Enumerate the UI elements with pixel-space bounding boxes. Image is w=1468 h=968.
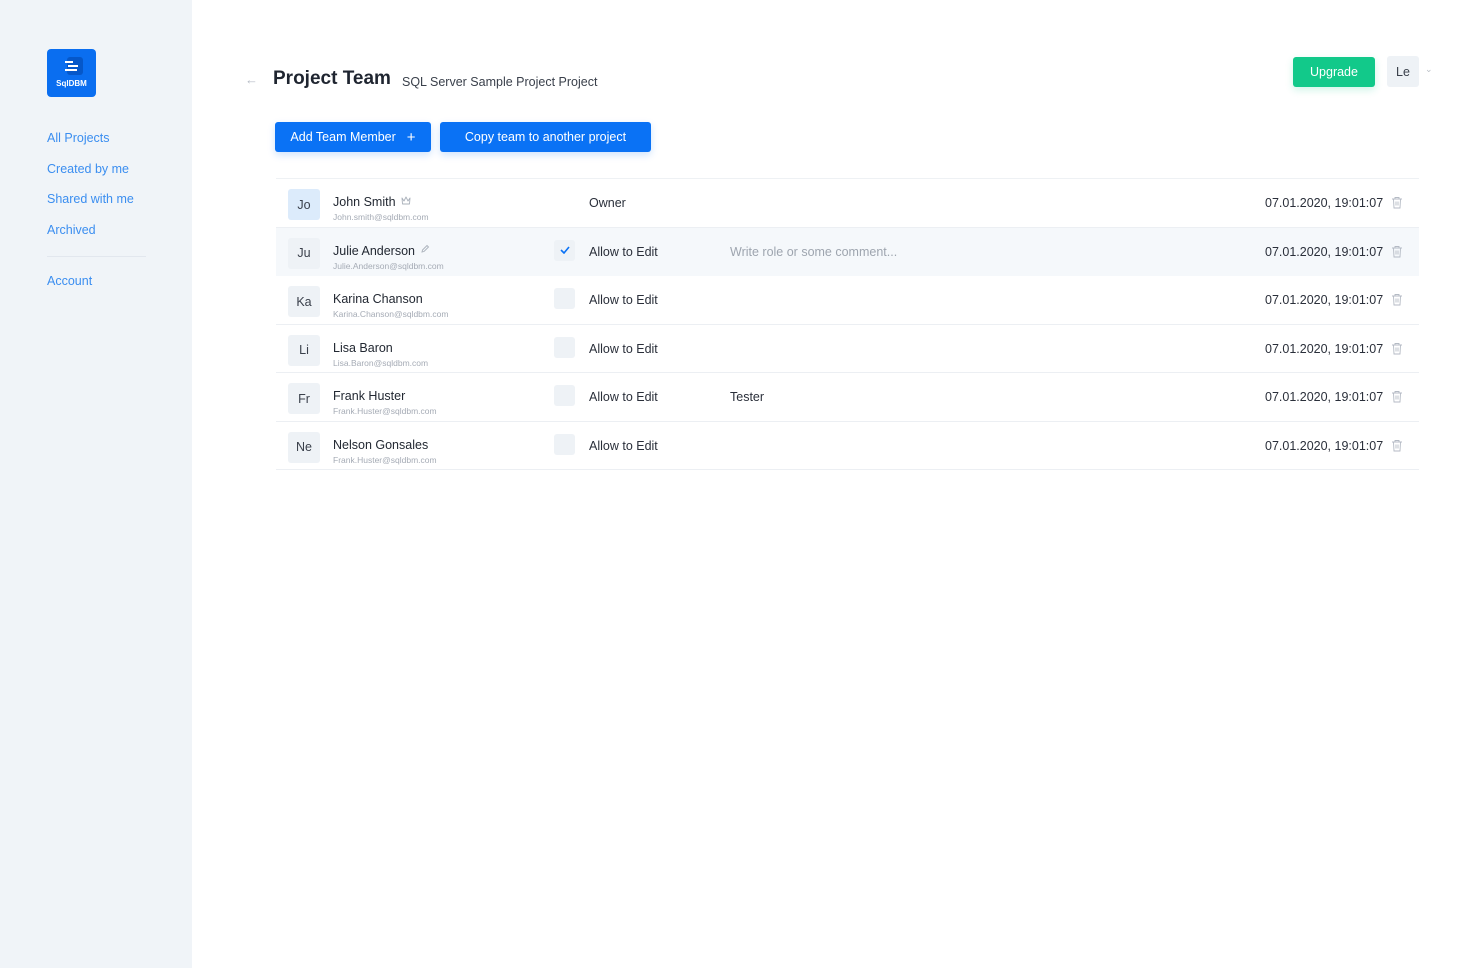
- sidebar-item-shared-with-me[interactable]: Shared with me: [47, 191, 147, 222]
- member-name: Julie Anderson: [333, 244, 430, 258]
- member-avatar: Ne: [288, 431, 320, 463]
- member-permission: Owner: [589, 196, 626, 210]
- member-name-text: Lisa Baron: [333, 340, 393, 355]
- sidebar: SqlDBM All Projects Created by me Shared…: [0, 0, 192, 968]
- trash-icon[interactable]: [1391, 390, 1403, 403]
- trash-icon[interactable]: [1391, 196, 1403, 209]
- trash-icon[interactable]: [1391, 439, 1403, 452]
- sidebar-item-account[interactable]: Account: [47, 273, 147, 304]
- logo-text: SqlDBM: [56, 79, 87, 88]
- member-date: 07.01.2020, 19:01:07: [1265, 438, 1384, 453]
- member-name: Karina Chanson: [333, 292, 423, 306]
- team-member-row[interactable]: Ne Nelson Gonsales Frank.Huster@sqldbm.c…: [276, 422, 1419, 470]
- member-avatar: Ka: [288, 286, 320, 317]
- sidebar-item-all-projects[interactable]: All Projects: [47, 130, 147, 161]
- plus-icon: +: [406, 128, 416, 146]
- member-name: Lisa Baron: [333, 341, 393, 355]
- member-name-text: Nelson Gonsales: [333, 437, 429, 452]
- allow-edit-checkbox[interactable]: [554, 433, 575, 455]
- sidebar-nav: All Projects Created by me Shared with m…: [47, 130, 147, 304]
- trash-icon[interactable]: [1391, 245, 1403, 258]
- app-logo[interactable]: SqlDBM: [47, 49, 96, 97]
- member-name: Nelson Gonsales: [333, 438, 428, 452]
- member-name-text: Frank Huster: [333, 389, 406, 403]
- member-permission: Allow to Edit: [589, 293, 658, 307]
- team-member-row[interactable]: Li Lisa Baron Lisa.Baron@sqldbm.com Allo…: [276, 325, 1419, 373]
- team-member-row[interactable]: Fr Frank Huster Frank.Huster@sqldbm.com …: [276, 373, 1419, 422]
- member-permission: Allow to Edit: [589, 341, 658, 356]
- team-member-row[interactable]: Ka Karina Chanson Karina.Chanson@sqldbm.…: [276, 276, 1419, 325]
- sidebar-item-archived[interactable]: Archived: [47, 222, 147, 253]
- pencil-icon[interactable]: [420, 244, 430, 257]
- member-avatar: Jo: [288, 189, 320, 220]
- member-avatar: Ju: [288, 237, 320, 269]
- member-date: 07.01.2020, 19:01:07: [1265, 196, 1384, 210]
- allow-edit-checkbox[interactable]: [554, 288, 575, 309]
- trash-icon[interactable]: [1391, 342, 1403, 355]
- member-date: 07.01.2020, 19:01:07: [1265, 341, 1384, 356]
- team-member-list: Jo John Smith John.smith@sqldbm.com Owne…: [276, 178, 1419, 470]
- member-email: Karina.Chanson@sqldbm.com: [333, 309, 449, 319]
- add-team-member-label: Add Team Member: [290, 130, 396, 144]
- member-email: Frank.Huster@sqldbm.com: [333, 406, 437, 416]
- member-email: John.smith@sqldbm.com: [333, 212, 429, 222]
- member-name: John Smith: [333, 195, 411, 209]
- sidebar-divider: [47, 256, 146, 257]
- project-name: SQL Server Sample Project Project: [402, 75, 598, 89]
- user-avatar[interactable]: Le: [1387, 56, 1419, 87]
- member-permission: Allow to Edit: [589, 244, 658, 259]
- logo-icon: [61, 57, 83, 75]
- member-name-text: John Smith: [333, 195, 396, 209]
- allow-edit-checkbox[interactable]: [554, 239, 575, 261]
- sidebar-item-created-by-me[interactable]: Created by me: [47, 161, 147, 192]
- member-name-text: Julie Anderson: [333, 243, 416, 258]
- crown-icon: [401, 196, 411, 208]
- page-title: Project Team: [273, 68, 391, 89]
- back-arrow-icon[interactable]: ←: [245, 72, 258, 87]
- member-name-text: Karina Chanson: [333, 292, 423, 306]
- member-date: 07.01.2020, 19:01:07: [1265, 293, 1384, 307]
- comment-input[interactable]: [730, 244, 1030, 259]
- copy-team-button[interactable]: Copy team to another project: [440, 122, 651, 152]
- team-member-row[interactable]: Jo John Smith John.smith@sqldbm.com Owne…: [276, 179, 1419, 228]
- team-member-row[interactable]: Ju Julie Anderson Julie.Anderson@sqldbm.…: [276, 227, 1419, 276]
- allow-edit-checkbox[interactable]: [554, 385, 575, 406]
- trash-icon[interactable]: [1391, 293, 1403, 306]
- add-team-member-button[interactable]: Add Team Member +: [275, 122, 431, 152]
- chevron-down-icon[interactable]: ⌄: [1425, 64, 1433, 75]
- member-date: 07.01.2020, 19:01:07: [1265, 390, 1384, 404]
- upgrade-button[interactable]: Upgrade: [1293, 57, 1375, 87]
- member-avatar: Fr: [288, 383, 320, 414]
- member-comment[interactable]: Tester: [730, 390, 1030, 404]
- member-avatar: Li: [288, 334, 320, 366]
- member-email: Julie.Anderson@sqldbm.com: [333, 260, 444, 271]
- member-permission: Allow to Edit: [589, 390, 658, 404]
- member-permission: Allow to Edit: [589, 438, 658, 453]
- member-date: 07.01.2020, 19:01:07: [1265, 244, 1384, 259]
- check-icon: [559, 246, 570, 254]
- member-email: Frank.Huster@sqldbm.com: [333, 454, 437, 465]
- allow-edit-checkbox[interactable]: [554, 336, 575, 358]
- member-email: Lisa.Baron@sqldbm.com: [333, 357, 429, 368]
- member-name: Frank Huster: [333, 389, 405, 403]
